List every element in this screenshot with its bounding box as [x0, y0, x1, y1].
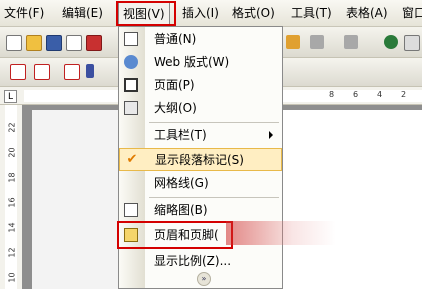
pdf-email-icon[interactable] [34, 64, 50, 80]
view-menu-item-header-footer[interactable]: 页眉和页脚( [119, 224, 282, 247]
document-page-right[interactable] [283, 110, 422, 289]
ruler-tick: 22 [7, 122, 17, 133]
tab-selector-icon[interactable]: L [4, 90, 17, 103]
ruler-tick: 16 [7, 197, 17, 208]
normal-view-icon [124, 32, 138, 46]
menu-file[interactable]: 文件(F) [4, 4, 44, 22]
menu-table[interactable]: 表格(A) [346, 4, 388, 22]
menu-format[interactable]: 格式(O) [232, 4, 275, 22]
view-menu-item-gridlines[interactable]: 网格线(G) [119, 172, 282, 195]
ruler-tick: 4 [377, 90, 383, 99]
ruler-tick: 6 [353, 90, 359, 99]
header-footer-icon [124, 228, 138, 242]
thumbnails-icon [124, 203, 138, 217]
menu-tools[interactable]: 工具(T) [291, 4, 332, 22]
hyperlink-icon[interactable] [384, 35, 398, 49]
menu-insert[interactable]: 插入(I) [182, 4, 219, 22]
ruler-tick: 18 [7, 172, 17, 183]
submenu-arrow-icon [269, 131, 273, 139]
print-layout-icon [124, 78, 138, 92]
format-painter-icon[interactable] [286, 35, 300, 49]
undo-icon[interactable] [310, 35, 324, 49]
ruler-tick: 20 [7, 147, 17, 158]
view-menu-item-normal[interactable]: 普通(N) [119, 28, 282, 51]
view-menu-dropdown: 普通(N) Web 版式(W) 页面(P) 大纲(O) 工具栏(T) ✔ 显示段… [118, 26, 283, 289]
view-menu-item-print-layout[interactable]: 页面(P) [119, 74, 282, 97]
vertical-ruler: 22 20 18 16 14 12 10 [0, 105, 23, 289]
open-folder-icon[interactable] [26, 35, 42, 51]
document-page-left[interactable] [32, 110, 130, 289]
pdf-convert-icon[interactable] [10, 64, 26, 80]
menu-bar: 文件(F) 编辑(E) 视图(V) 插入(I) 格式(O) 工具(T) 表格(A… [0, 0, 422, 27]
ruler-tick: 2 [401, 90, 407, 99]
new-document-icon[interactable] [6, 35, 22, 51]
view-menu-item-thumbnails[interactable]: 缩略图(B) [119, 199, 282, 222]
view-menu-item-zoom[interactable]: 显示比例(Z)... [119, 250, 282, 273]
ruler-tick: 10 [7, 272, 17, 283]
menu-view[interactable]: 视图(V) [118, 2, 170, 25]
ruler-tick: 14 [7, 222, 17, 233]
ruler-tick: 8 [329, 90, 335, 99]
toolbar-options-icon[interactable] [86, 64, 94, 78]
view-menu-item-toolbars[interactable]: 工具栏(T) [119, 124, 282, 147]
redo-icon[interactable] [344, 35, 358, 49]
pdf-review-icon[interactable] [64, 64, 80, 80]
menu-window[interactable]: 窗口 [402, 4, 422, 22]
view-menu-item-web-layout[interactable]: Web 版式(W) [119, 51, 282, 74]
table-icon[interactable] [404, 35, 420, 51]
checkmark-icon: ✔ [126, 152, 138, 167]
menu-separator [149, 197, 279, 198]
menu-edit[interactable]: 编辑(E) [62, 4, 103, 22]
print-icon[interactable] [86, 35, 102, 51]
web-layout-icon [124, 55, 138, 69]
expand-menu-chevron-icon[interactable]: » [197, 272, 211, 286]
save-icon[interactable] [46, 35, 62, 51]
view-menu-item-show-paragraph-marks[interactable]: ✔ 显示段落标记(S) [119, 148, 282, 171]
view-menu-item-outline[interactable]: 大纲(O) [119, 97, 282, 120]
menu-separator [149, 122, 279, 123]
outline-icon [124, 101, 138, 115]
ruler-tick: 12 [7, 247, 17, 258]
permission-icon[interactable] [66, 35, 82, 51]
